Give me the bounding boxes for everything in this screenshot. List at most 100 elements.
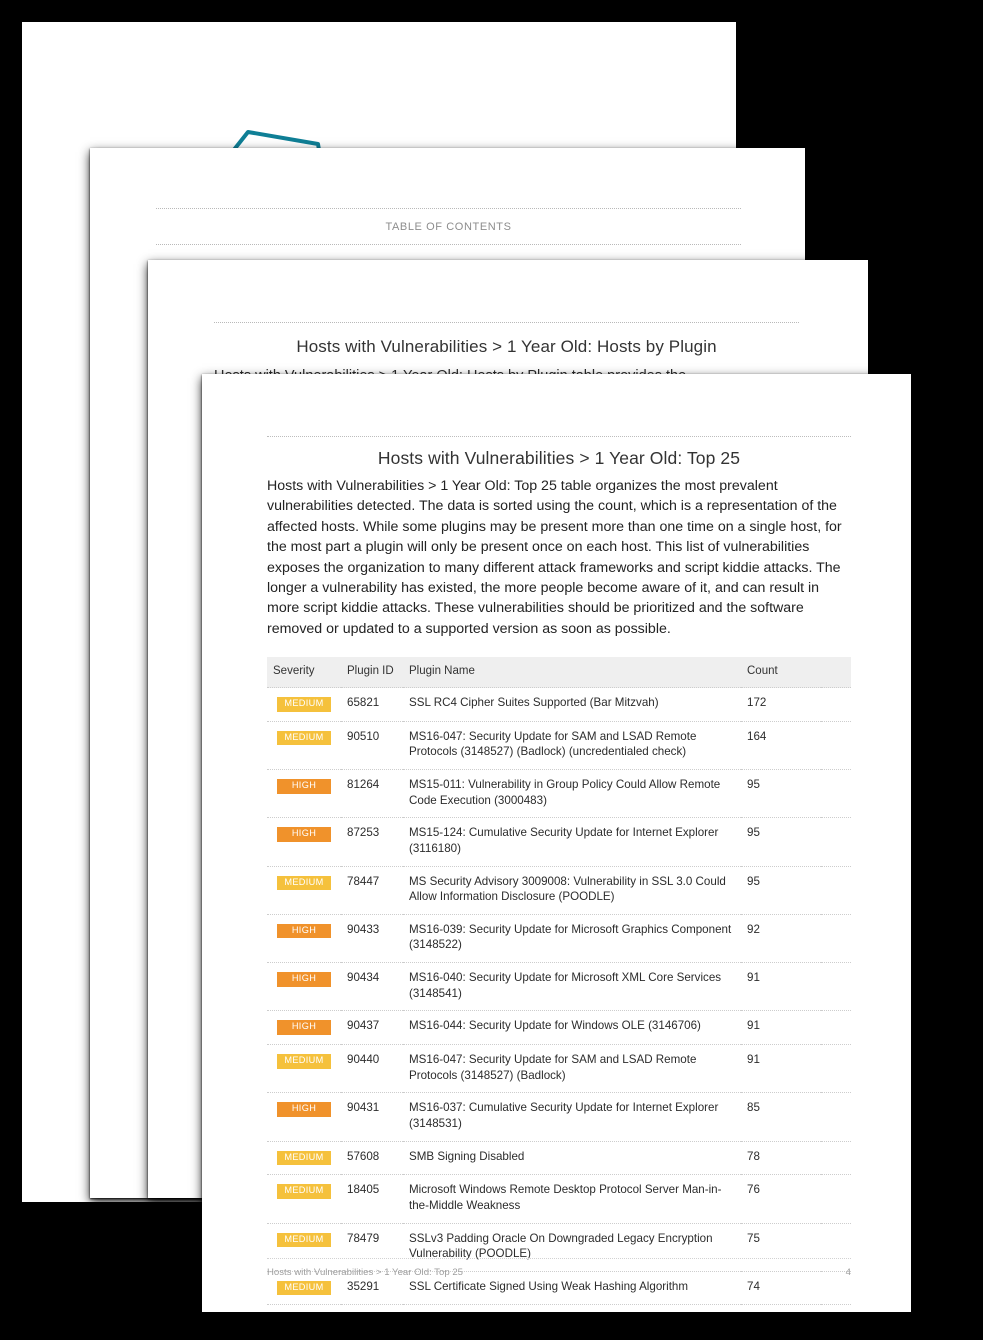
spacer-cell bbox=[821, 1174, 851, 1224]
vulnerability-table: Severity Plugin ID Plugin Name Count MED… bbox=[267, 657, 851, 1312]
table-body: MEDIUM 65821 SSL RC4 Cipher Suites Support… bbox=[267, 687, 851, 1312]
severity-badge: MEDIUM bbox=[277, 1184, 331, 1199]
count-cell: 66 bbox=[741, 1304, 821, 1312]
severity-badge: MEDIUM bbox=[277, 1280, 331, 1296]
footer-label: Hosts with Vulnerabilities > 1 Year Old:… bbox=[267, 1267, 463, 1278]
severity-cell: HIGH bbox=[267, 1010, 341, 1045]
severity-cell: MEDIUM bbox=[267, 1140, 341, 1175]
count-cell: 85 bbox=[741, 1092, 821, 1142]
plugin-id-link[interactable]: 18405 bbox=[341, 1174, 403, 1224]
table-row[interactable]: HIGH 90437 MS16-044: Security Update for W… bbox=[267, 1010, 851, 1045]
toc-rule-bottom bbox=[156, 244, 741, 245]
column-header-plugin-id[interactable]: Plugin ID bbox=[341, 657, 403, 688]
plugin-id-link[interactable]: 78447 bbox=[341, 865, 403, 915]
severity-badge: HIGH bbox=[277, 1102, 331, 1117]
spacer-cell bbox=[821, 817, 851, 867]
plugin-name-cell: MS16-037: Cumulative Security Update for… bbox=[403, 1092, 741, 1142]
footer-page-number: 4 bbox=[845, 1267, 851, 1278]
spacer-cell bbox=[821, 913, 851, 963]
column-header-severity[interactable]: Severity bbox=[267, 657, 341, 688]
severity-cell: HIGH bbox=[267, 1092, 341, 1142]
severity-cell: MEDIUM bbox=[267, 865, 341, 915]
severity-badge: MEDIUM bbox=[277, 1054, 331, 1069]
plugin-id-link[interactable]: 90431 bbox=[341, 1092, 403, 1142]
table-header-row: Severity Plugin ID Plugin Name Count bbox=[267, 657, 851, 688]
spacer-cell bbox=[821, 962, 851, 1011]
table-row[interactable]: MEDIUM 65821 SSL RC4 Cipher Suites Support… bbox=[267, 687, 851, 722]
plugin-id-link[interactable]: 87253 bbox=[341, 817, 403, 867]
plugin-id-link[interactable]: 90437 bbox=[341, 1010, 403, 1045]
severity-badge: HIGH bbox=[277, 972, 331, 987]
table-row[interactable]: MEDIUM 78447 MS Security Advisory 3009008:… bbox=[267, 865, 851, 915]
spacer-cell bbox=[821, 1092, 851, 1142]
plugin-id-link[interactable]: 65821 bbox=[341, 687, 403, 722]
toc-title: TABLE OF CONTENTS bbox=[385, 221, 512, 233]
table-row[interactable]: HIGH 90433 MS16-039: Security Update for M… bbox=[267, 913, 851, 963]
count-cell: 92 bbox=[741, 913, 821, 963]
plugin-id-link[interactable]: 90438 bbox=[341, 1304, 403, 1312]
table-row[interactable]: HIGH 90434 MS16-040: Security Update for M… bbox=[267, 962, 851, 1011]
table-row[interactable]: MEDIUM 18405 Microsoft Windows Remote Desk… bbox=[267, 1174, 851, 1224]
severity-cell: CRITICAL bbox=[267, 1304, 341, 1312]
table-row[interactable]: MEDIUM 90510 MS16-047: Security Update for… bbox=[267, 720, 851, 770]
plugin-id-link[interactable]: 81264 bbox=[341, 768, 403, 818]
severity-badge: MEDIUM bbox=[277, 1150, 331, 1166]
table-row[interactable]: CRITICAL90438MS16-045: Security Update f… bbox=[267, 1304, 851, 1312]
spacer-cell bbox=[821, 1304, 851, 1312]
severity-cell: MEDIUM bbox=[267, 1044, 341, 1093]
page-footer: Hosts with Vulnerabilities > 1 Year Old:… bbox=[267, 1258, 851, 1278]
footer-rule bbox=[267, 1258, 851, 1259]
top-25-content: Hosts with Vulnerabilities > 1 Year Old:… bbox=[267, 374, 851, 1312]
count-cell: 78 bbox=[741, 1140, 821, 1175]
plugin-id-link[interactable]: 90433 bbox=[341, 913, 403, 963]
severity-badge: HIGH bbox=[277, 1020, 331, 1036]
count-cell: 164 bbox=[741, 720, 821, 770]
count-cell: 76 bbox=[741, 1174, 821, 1224]
count-cell: 91 bbox=[741, 1010, 821, 1045]
spacer-cell bbox=[821, 768, 851, 818]
plugin-name-cell: MS15-011: Vulnerability in Group Policy … bbox=[403, 768, 741, 818]
spacer-cell bbox=[821, 1140, 851, 1175]
spacer-cell bbox=[821, 865, 851, 915]
plugin-name-cell: SMB Signing Disabled bbox=[403, 1140, 741, 1175]
plugin-name-cell: MS16-047: Security Update for SAM and LS… bbox=[403, 720, 741, 770]
severity-badge: HIGH bbox=[277, 827, 331, 842]
count-cell: 95 bbox=[741, 817, 821, 867]
table-row[interactable]: HIGH 87253 MS15-124: Cumulative Security U… bbox=[267, 817, 851, 867]
spacer-cell bbox=[821, 1010, 851, 1045]
table-row[interactable]: HIGH 90431 MS16-037: Cumulative Security U… bbox=[267, 1092, 851, 1142]
count-cell: 91 bbox=[741, 962, 821, 1011]
document-page-top-25[interactable]: Hosts with Vulnerabilities > 1 Year Old:… bbox=[202, 374, 911, 1312]
table-row[interactable]: MEDIUM 57608 SMB Signing Disabled 78 bbox=[267, 1140, 851, 1175]
plugin-id-link[interactable]: 90440 bbox=[341, 1044, 403, 1093]
plugin-name-cell: MS16-044: Security Update for Windows OL… bbox=[403, 1010, 741, 1045]
plugin-name-cell: MS16-039: Security Update for Microsoft … bbox=[403, 913, 741, 963]
hosts-by-plugin-title: Hosts with Vulnerabilities > 1 Year Old:… bbox=[296, 337, 717, 356]
severity-cell: HIGH bbox=[267, 817, 341, 867]
plugin-id-link[interactable]: 90510 bbox=[341, 720, 403, 770]
severity-cell: HIGH bbox=[267, 913, 341, 963]
count-cell: 172 bbox=[741, 687, 821, 722]
plugin-name-cell: MS16-040: Security Update for Microsoft … bbox=[403, 962, 741, 1011]
plugin-id-link[interactable]: 90434 bbox=[341, 962, 403, 1011]
severity-cell: MEDIUM bbox=[267, 720, 341, 770]
column-header-count[interactable]: Count bbox=[741, 657, 821, 688]
severity-badge: MEDIUM bbox=[277, 875, 331, 891]
page-title: Hosts with Vulnerabilities > 1 Year Old:… bbox=[377, 448, 741, 468]
severity-cell: HIGH bbox=[267, 768, 341, 818]
severity-badge: HIGH bbox=[277, 778, 331, 794]
footer-row: Hosts with Vulnerabilities > 1 Year Old:… bbox=[267, 1267, 851, 1278]
severity-cell: MEDIUM bbox=[267, 1174, 341, 1224]
table-row[interactable]: MEDIUM 90440 MS16-047: Security Update for… bbox=[267, 1044, 851, 1093]
plugin-id-link[interactable]: 57608 bbox=[341, 1140, 403, 1175]
count-cell: 95 bbox=[741, 865, 821, 915]
column-header-plugin-name[interactable]: Plugin Name bbox=[403, 657, 741, 688]
count-cell: 91 bbox=[741, 1044, 821, 1093]
table-row[interactable]: HIGH 81264 MS15-011: Vulnerability in Grou… bbox=[267, 768, 851, 818]
section-rule bbox=[214, 322, 799, 323]
plugin-name-cell: MS Security Advisory 3009008: Vulnerabil… bbox=[403, 865, 741, 915]
plugin-name-cell: MS16-047: Security Update for SAM and LS… bbox=[403, 1044, 741, 1093]
severity-cell: HIGH bbox=[267, 962, 341, 1011]
spacer-cell bbox=[821, 687, 851, 722]
severity-badge: HIGH bbox=[277, 923, 331, 939]
